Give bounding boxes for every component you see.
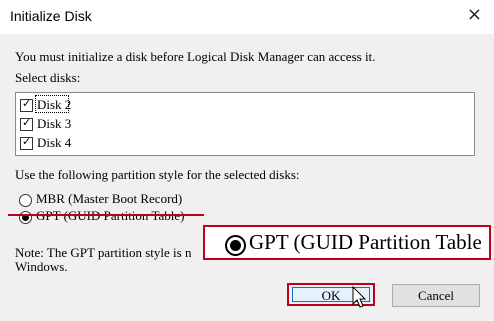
disk-2-label: Disk 2 xyxy=(37,97,72,112)
mbr-label[interactable]: MBR (Master Boot Record) xyxy=(36,191,182,207)
list-item-disk-3[interactable]: ✓ Disk 3 xyxy=(20,116,460,134)
list-item-disk-2[interactable]: ✓ Disk 2 xyxy=(20,95,460,115)
disk-2-checkbox[interactable]: ✓ xyxy=(20,97,33,112)
close-icon[interactable]: × xyxy=(467,5,482,25)
gpt-zoom-callout: GPT (GUID Partition Table xyxy=(203,225,491,260)
check-icon: ✓ xyxy=(22,135,32,148)
dialog-title: Initialize Disk xyxy=(10,8,92,24)
gpt-label[interactable]: GPT (GUID Partition Table) xyxy=(36,208,184,224)
check-icon: ✓ xyxy=(22,97,32,110)
check-icon: ✓ xyxy=(22,116,32,129)
radio-selected-dot xyxy=(230,240,241,251)
disk-4-label: Disk 4 xyxy=(37,135,72,150)
callout-gpt-label: GPT (GUID Partition Table xyxy=(249,230,482,254)
list-item-disk-4[interactable]: ✓ Disk 4 xyxy=(20,135,460,153)
partition-style-label: Use the following partition style for th… xyxy=(15,167,300,182)
cancel-button[interactable]: Cancel xyxy=(392,284,480,307)
mouse-pointer-icon xyxy=(352,286,367,308)
disk-list[interactable]: ✓ Disk 2 ✓ Disk 3 ✓ Disk 4 xyxy=(15,92,475,156)
title-bar: Initialize Disk × xyxy=(0,0,494,34)
callout-radio xyxy=(225,235,246,256)
gpt-radio[interactable] xyxy=(19,211,32,224)
disk-3-label: Disk 3 xyxy=(37,116,72,131)
callout-connector xyxy=(8,214,204,216)
select-disks-label: Select disks: xyxy=(15,70,81,85)
intro-text: You must initialize a disk before Logica… xyxy=(15,49,376,64)
mbr-radio[interactable] xyxy=(19,194,32,207)
disk-3-checkbox[interactable]: ✓ xyxy=(20,116,33,131)
cancel-label: Cancel xyxy=(417,288,455,303)
note-text-line2: Windows. xyxy=(15,259,68,274)
disk-4-checkbox[interactable]: ✓ xyxy=(20,135,33,150)
